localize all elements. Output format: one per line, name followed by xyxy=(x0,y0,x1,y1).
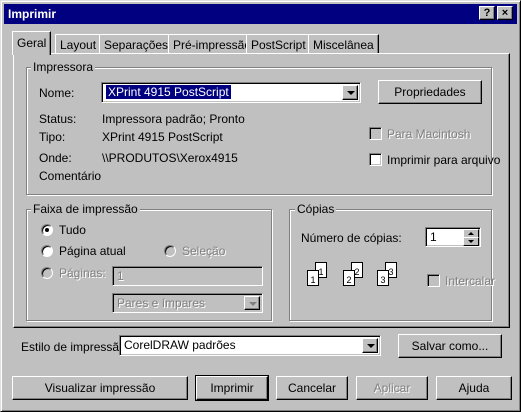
tab-label: Pré-impressão xyxy=(173,38,252,52)
range-pages-label: Páginas: xyxy=(59,266,106,280)
range-all-label: Tudo xyxy=(59,223,86,237)
window-title: Imprimir xyxy=(8,7,57,21)
collate-pages-icon: 1 1 2 2 3 3 xyxy=(301,262,401,292)
range-all-radio[interactable] xyxy=(41,224,53,236)
print-dialog: Imprimir ? × Geral Layout Separações Pré… xyxy=(0,0,521,412)
print-style-label: Estilo de impressão: xyxy=(21,340,130,354)
chevron-down-icon[interactable] xyxy=(342,85,358,100)
type-label: Tipo: xyxy=(39,130,66,144)
copies-count-value: 1 xyxy=(430,230,437,244)
tab-layout[interactable]: Layout xyxy=(55,34,102,54)
print-style-value: CorelDRAW padrões xyxy=(124,338,236,352)
tab-geral[interactable]: Geral xyxy=(12,31,52,55)
spin-down-icon[interactable] xyxy=(463,237,479,246)
copies-group-label: Cópias xyxy=(295,202,337,216)
copies-count-label: Número de cópias: xyxy=(301,231,402,245)
tab-pre-impressao[interactable]: Pré-impressão xyxy=(168,34,257,54)
printer-name-select[interactable]: XPrint 4915 PostScript xyxy=(101,82,361,103)
title-bar: Imprimir ? × xyxy=(4,4,517,24)
help-title-button[interactable]: ? xyxy=(479,6,495,20)
where-value: \\PRODUTOS\Xerox4915 xyxy=(102,151,238,165)
range-pages-radio[interactable] xyxy=(41,267,53,279)
chevron-down-icon[interactable] xyxy=(362,338,378,353)
range-selection-radio[interactable] xyxy=(164,245,176,257)
page-icon: 2 xyxy=(343,270,355,286)
tab-label: Separações xyxy=(104,38,169,52)
tab-label: Layout xyxy=(60,38,97,52)
status-value: Impressora padrão; Pronto xyxy=(102,112,245,126)
range-current-page-radio[interactable] xyxy=(41,245,53,257)
tab-label: Geral xyxy=(17,36,47,50)
type-value: XPrint 4915 PostScript xyxy=(102,130,223,144)
page-icon: 3 xyxy=(377,270,389,286)
tab-postscript[interactable]: PostScript xyxy=(246,34,311,54)
range-selection-label: Seleção xyxy=(182,244,226,258)
tab-separacoes[interactable]: Separações xyxy=(99,34,174,54)
range-pages-value: 1 xyxy=(117,269,124,283)
status-label: Status: xyxy=(39,112,77,126)
collate-label: Intercalar xyxy=(445,274,496,288)
print-range-group-label: Faixa de impressão xyxy=(31,202,140,216)
cancel-button[interactable]: Cancelar xyxy=(276,376,348,400)
properties-button[interactable]: Propriedades xyxy=(378,80,482,104)
print-button[interactable]: Imprimir xyxy=(195,375,269,401)
comment-label: Comentário xyxy=(39,169,102,183)
printer-name-value: XPrint 4915 PostScript xyxy=(106,85,231,99)
where-label: Onde: xyxy=(39,151,72,165)
range-current-page-label: Página atual xyxy=(59,244,126,258)
tab-label: Miscelânea xyxy=(313,38,374,52)
tab-miscelanea[interactable]: Miscelânea xyxy=(308,34,379,54)
print-to-file-label: Imprimir para arquivo xyxy=(387,153,501,167)
page-icon: 1 xyxy=(307,270,319,286)
chevron-down-icon[interactable] xyxy=(244,296,260,310)
collate-checkbox[interactable] xyxy=(427,274,440,287)
apply-button[interactable]: Aplicar xyxy=(356,376,428,400)
print-to-file-checkbox[interactable] xyxy=(369,153,382,166)
print-style-select[interactable]: CorelDRAW padrões xyxy=(119,335,381,356)
save-as-button[interactable]: Salvar como... xyxy=(398,334,502,358)
close-title-button[interactable]: × xyxy=(497,6,513,20)
printer-group-label: Impressora xyxy=(31,60,96,74)
for-macintosh-label: Para Macintosh xyxy=(387,127,471,141)
copies-spinner[interactable] xyxy=(463,229,479,246)
range-pages-input[interactable]: 1 xyxy=(112,266,263,286)
odd-even-value: Pares e ímpares xyxy=(117,296,206,310)
for-macintosh-checkbox[interactable] xyxy=(369,127,382,140)
tab-label: PostScript xyxy=(251,38,306,52)
printer-name-label: Nome: xyxy=(39,86,75,100)
help-button[interactable]: Ajuda xyxy=(436,376,512,400)
print-preview-button[interactable]: Visualizar impressão xyxy=(12,376,188,400)
odd-even-select[interactable]: Pares e ímpares xyxy=(112,293,263,313)
